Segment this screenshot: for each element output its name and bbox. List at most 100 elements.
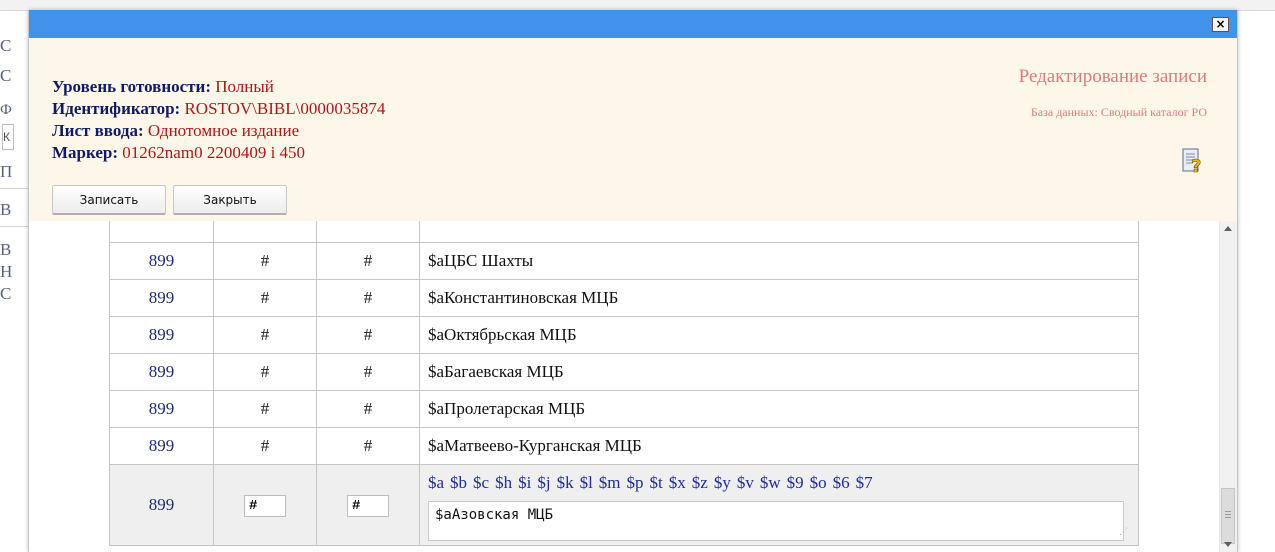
indicator-2: # xyxy=(316,353,420,391)
field-data[interactable]: $аМатвеево-Курганская МЦБ xyxy=(419,427,1139,465)
readiness-level-value: Полный xyxy=(215,77,274,96)
identifier-value: ROSTOV\BIBL\0000035874 xyxy=(184,99,386,118)
subfield-link[interactable]: $x xyxy=(669,473,686,492)
subfield-link[interactable]: $z xyxy=(692,473,708,492)
save-button[interactable]: Записать xyxy=(52,185,166,215)
subfield-link[interactable]: $i xyxy=(518,473,531,492)
background-link-2[interactable]: С xyxy=(0,66,14,86)
indicator-1: # xyxy=(213,279,317,317)
indicator-1: # xyxy=(213,390,317,428)
table-row: 899 # # $аБагаевская МЦБ xyxy=(109,353,1139,391)
scroll-up-arrow-icon[interactable] xyxy=(1224,226,1232,231)
subfield-link[interactable]: $y xyxy=(714,473,731,492)
database-label: База данных: Сводный каталог РО xyxy=(1030,105,1207,119)
subfield-link[interactable]: $t xyxy=(650,473,663,492)
indicator-1-input[interactable] xyxy=(244,494,286,517)
indicator-1: # xyxy=(213,427,317,465)
background-divider xyxy=(0,188,28,189)
input-sheet-value: Однотомное издание xyxy=(147,121,300,140)
background-divider xyxy=(0,226,28,227)
field-value-editor: $аАзовская МЦБ ⋰ xyxy=(428,501,1138,541)
indicator-2: # xyxy=(316,279,420,317)
indicator-1: # xyxy=(213,242,317,280)
input-sheet-label: Лист ввода: xyxy=(52,121,144,140)
scrollbar-thumb[interactable] xyxy=(1221,488,1235,544)
indicator-1: # xyxy=(213,316,317,354)
background-input[interactable]: К xyxy=(2,124,14,150)
subfield-link[interactable]: $j xyxy=(537,473,550,492)
table-row xyxy=(109,221,1139,243)
indicator-2: # xyxy=(316,390,420,428)
field-data-edit-cell: $a $b $c $h $i $j $k $l $m $p $t $x $z $y $v $w $9 $o $6 $7… xyxy=(419,464,1139,546)
field-tag xyxy=(109,221,214,243)
field-tag: 899 xyxy=(109,316,214,354)
record-header: Уровень готовности: Полный Идентификатор… xyxy=(29,38,1237,222)
subfield-link[interactable]: $h xyxy=(495,473,512,492)
help-book-question-icon[interactable]: ? xyxy=(1181,146,1205,174)
field-data[interactable]: $аПролетарская МЦБ xyxy=(419,390,1139,428)
dialog-titlebar[interactable]: × xyxy=(29,10,1237,38)
input-sheet: Лист ввода: Однотомное издание xyxy=(52,120,299,142)
field-tag: 899 xyxy=(109,464,214,546)
background-label: Ф xyxy=(0,102,12,118)
table-row: 899 # # $аПролетарская МЦБ xyxy=(109,390,1139,428)
marker-value: 01262nam0 2200409 i 450 xyxy=(122,143,306,162)
subfield-link[interactable]: $6 xyxy=(833,473,850,492)
scroll-down-arrow-icon[interactable] xyxy=(1224,542,1232,547)
subfield-link[interactable]: $p xyxy=(627,473,644,492)
subfield-link[interactable]: $m xyxy=(599,473,621,492)
grip-icon xyxy=(1225,511,1231,512)
field-tag: 899 xyxy=(109,353,214,391)
background-link-7[interactable]: С xyxy=(0,284,14,304)
field-tag: 899 xyxy=(109,427,214,465)
table-row: 899 # # $аЦБС Шахты xyxy=(109,242,1139,280)
field-value-textarea[interactable]: $аАзовская МЦБ xyxy=(428,501,1124,541)
background-link-5[interactable]: В xyxy=(0,240,14,260)
close-icon[interactable]: × xyxy=(1212,17,1229,32)
readiness-level: Уровень готовности: Полный xyxy=(52,76,274,98)
dialog-title: Редактирование записи xyxy=(1018,66,1207,87)
indicator-2-input[interactable] xyxy=(347,494,389,517)
subfield-link[interactable]: $7 xyxy=(856,473,873,492)
identifier-label: Идентификатор: xyxy=(52,99,181,118)
background-link-1[interactable]: С xyxy=(0,36,14,56)
marker-label: Маркер: xyxy=(52,143,119,162)
resize-grip-icon[interactable]: ⋰ xyxy=(1119,526,1128,537)
field-data[interactable]: $аОктябрьская МЦБ xyxy=(419,316,1139,354)
indicator-1: # xyxy=(213,353,317,391)
subfield-link[interactable]: $9 xyxy=(787,473,804,492)
background-link-4[interactable]: В xyxy=(0,200,14,220)
subfield-link[interactable]: $a xyxy=(428,473,444,492)
fields-scroll-area[interactable]: 899 # # $аЦБС Шахты 899 # # $аКонстантин… xyxy=(29,221,1237,552)
field-data[interactable]: $аЦБС Шахты xyxy=(419,242,1139,280)
field-tag: 899 xyxy=(109,242,214,280)
close-button[interactable]: Закрыть xyxy=(173,185,287,215)
field-data[interactable]: $аКонстантиновская МЦБ xyxy=(419,279,1139,317)
edit-record-dialog: × Уровень готовности: Полный Идентификат… xyxy=(28,10,1238,552)
svg-text:?: ? xyxy=(1191,156,1201,174)
subfield-link[interactable]: $c xyxy=(473,473,489,492)
field-tag: 899 xyxy=(109,390,214,428)
subfield-links: $a $b $c $h $i $j $k $l $m $p $t $x $z $y $v $w $9 $o $6 $7 xyxy=(428,469,1138,493)
marc-fields-table: 899 # # $аЦБС Шахты 899 # # $аКонстантин… xyxy=(109,221,1139,546)
subfield-link[interactable]: $v xyxy=(737,473,754,492)
table-row: 899 # # $аКонстантиновская МЦБ xyxy=(109,279,1139,317)
subfield-link[interactable]: $b xyxy=(450,473,467,492)
indicator-2 xyxy=(316,221,420,243)
field-data[interactable]: $аБагаевская МЦБ xyxy=(419,353,1139,391)
subfield-link[interactable]: $l xyxy=(580,473,593,492)
background-link-6[interactable]: Н xyxy=(0,262,14,282)
indicator-2-cell xyxy=(316,464,420,546)
field-data xyxy=(419,221,1139,243)
indicator-2: # xyxy=(316,316,420,354)
background-link-3[interactable]: П xyxy=(0,162,14,182)
field-tag: 899 xyxy=(109,279,214,317)
indicator-1-cell xyxy=(213,464,317,546)
subfield-link[interactable]: $o xyxy=(810,473,827,492)
subfield-link[interactable]: $w xyxy=(760,473,781,492)
record-marker: Маркер: 01262nam0 2200409 i 450 xyxy=(52,142,305,164)
record-identifier: Идентификатор: ROSTOV\BIBL\0000035874 xyxy=(52,98,385,120)
indicator-1 xyxy=(213,221,317,243)
vertical-scrollbar[interactable] xyxy=(1219,221,1237,552)
subfield-link[interactable]: $k xyxy=(557,473,574,492)
